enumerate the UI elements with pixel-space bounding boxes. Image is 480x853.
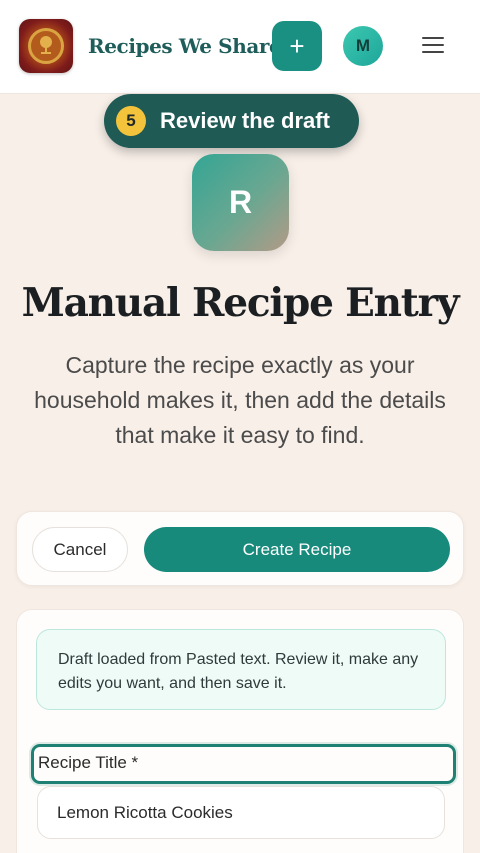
tour-step-number: 5	[116, 106, 146, 136]
app-header: Recipes We Share + M	[0, 0, 480, 94]
hamburger-menu-icon[interactable]	[420, 34, 446, 56]
plus-icon: +	[289, 30, 305, 61]
tree-icon	[40, 36, 52, 54]
app-logo[interactable]	[19, 19, 73, 73]
page-title: Manual Recipe Entry	[21, 280, 460, 326]
add-recipe-button[interactable]: +	[272, 21, 322, 71]
recipe-form: Draft loaded from Pasted text. Review it…	[16, 609, 464, 853]
recipe-title-input[interactable]: Lemon Ricotta Cookies	[37, 786, 445, 839]
tour-step-label: Review the draft	[160, 108, 330, 133]
page-subtitle: Capture the recipe exactly as your house…	[34, 352, 446, 448]
action-bar: Cancel Create Recipe	[16, 511, 464, 586]
create-recipe-button[interactable]: Create Recipe	[144, 527, 450, 572]
tour-step-callout: 5 Review the draft	[104, 94, 359, 148]
draft-notice: Draft loaded from Pasted text. Review it…	[36, 629, 446, 710]
user-avatar[interactable]: M	[343, 26, 383, 66]
cancel-button[interactable]: Cancel	[32, 527, 128, 572]
brand-name[interactable]: Recipes We Share	[88, 34, 282, 58]
recipe-badge: R	[192, 154, 289, 251]
recipe-title-label: Recipe Title *	[31, 744, 456, 784]
